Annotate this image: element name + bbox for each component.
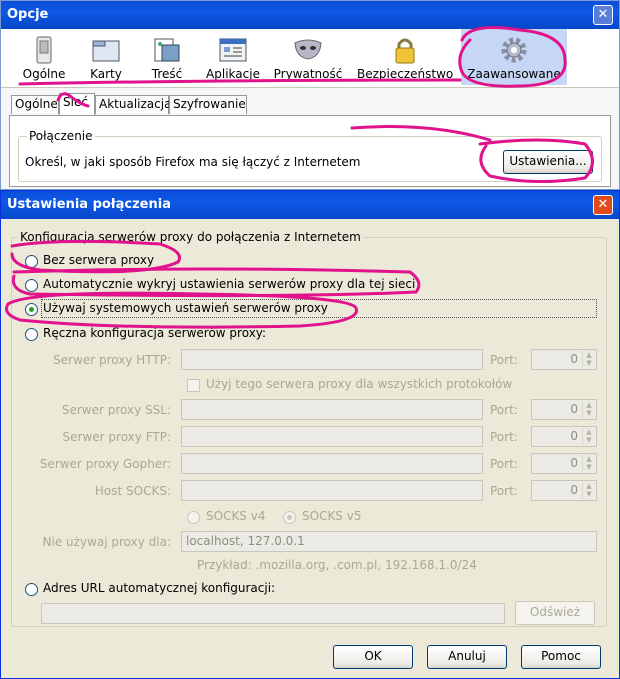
switch-icon [36, 36, 52, 64]
spinner-arrows-icon[interactable]: ▲ ▼ [582, 401, 595, 418]
radio-socks-v4-label: SOCKS v4 [206, 509, 266, 523]
socks-host-input[interactable] [181, 480, 483, 501]
radio-no-proxy-label[interactable]: Bez serwera proxy [43, 253, 154, 267]
tab-ogolne[interactable]: Ogólne [11, 95, 59, 114]
spinner-arrows-icon[interactable]: ▲ ▼ [582, 428, 595, 445]
ssl-port-stepper[interactable]: 0 ▲ ▼ [531, 399, 597, 420]
network-panel: Połączenie Określ, w jaki sposób Firefox… [9, 115, 611, 187]
options-close-button[interactable]: ✕ [593, 5, 613, 25]
http-port-label: Port: [490, 353, 518, 367]
radio-socks-v4[interactable] [187, 511, 200, 524]
toolbar-item-tresc[interactable]: Treść [141, 29, 193, 85]
options-window: Opcje ✕ Ogólne Karty Treść Aplikacje Pry… [0, 0, 620, 190]
radio-auto-detect-label[interactable]: Automatycznie wykryj ustawienia serwerów… [43, 277, 415, 291]
gopher-port-value: 0 [570, 456, 578, 470]
mask-icon [294, 39, 322, 60]
ftp-proxy-input[interactable] [181, 426, 483, 447]
applications-icon [219, 38, 247, 62]
ssl-port-value: 0 [570, 402, 578, 416]
radio-socks-v5-label: SOCKS v5 [302, 509, 362, 523]
toolbar-item-aplikacje[interactable]: Aplikacje [203, 29, 263, 85]
toolbar-item-karty[interactable]: Karty [79, 29, 133, 85]
radio-auto-url-label[interactable]: Adres URL automatycznej konfiguracji: [43, 581, 275, 595]
spinner-arrows-icon[interactable]: ▲ ▼ [582, 351, 595, 368]
radio-system-proxy-label[interactable]: Używaj systemowych ustawień serwerów pro… [43, 301, 328, 315]
no-proxy-example: Przykład: .mozilla.org, .com.pl, 192.168… [197, 558, 477, 572]
connection-description: Określ, w jaki sposób Firefox ma się łąc… [25, 155, 361, 169]
tabs-icon [92, 40, 120, 62]
tab-siec[interactable]: Sieć [59, 93, 95, 115]
toolbar-item-bezpieczenstwo[interactable]: Bezpieczeństwo [357, 29, 453, 85]
gopher-proxy-input[interactable] [181, 453, 483, 474]
padlock-icon [395, 38, 415, 64]
toolbar-item-ogolne[interactable]: Ogólne [15, 29, 73, 85]
gopher-proxy-label: Serwer proxy Gopher: [39, 457, 171, 471]
options-toolbar: Ogólne Karty Treść Aplikacje Prywatność … [1, 29, 619, 88]
toolbar-item-label: Treść [151, 67, 183, 81]
options-titlebar[interactable]: Opcje ✕ [1, 1, 619, 29]
socks-port-label: Port: [490, 484, 518, 498]
radio-auto-url[interactable] [25, 583, 38, 596]
ssl-proxy-input[interactable] [181, 399, 483, 420]
gopher-port-label: Port: [490, 457, 518, 471]
toolbar-item-label: Aplikacje [206, 67, 260, 81]
tab-szyfrowanie[interactable]: Szyfrowanie [169, 95, 247, 114]
http-proxy-label: Serwer proxy HTTP: [53, 353, 171, 367]
radio-auto-detect[interactable] [25, 279, 38, 292]
cancel-button[interactable]: Anuluj [427, 645, 507, 669]
http-proxy-input[interactable] [181, 349, 483, 370]
options-title: Opcje [7, 7, 49, 22]
connection-group: Połączenie Określ, w jaki sposób Firefox… [18, 129, 602, 182]
no-proxy-for-label: Nie używaj proxy dla: [42, 535, 171, 549]
http-port-value: 0 [570, 352, 578, 366]
reload-button[interactable]: Odśwież [515, 601, 595, 625]
connection-legend: Połączenie [27, 129, 95, 143]
radio-no-proxy[interactable] [25, 255, 38, 268]
ftp-port-stepper[interactable]: 0 ▲ ▼ [531, 426, 597, 447]
ftp-proxy-label: Serwer proxy FTP: [62, 430, 171, 444]
spinner-arrows-icon[interactable]: ▲ ▼ [582, 455, 595, 472]
ssl-proxy-label: Serwer proxy SSL: [61, 403, 171, 417]
gopher-port-stepper[interactable]: 0 ▲ ▼ [531, 453, 597, 474]
toolbar-item-label: Karty [90, 67, 122, 81]
ssl-port-label: Port: [490, 403, 518, 417]
socks-port-stepper[interactable]: 0 ▲ ▼ [531, 480, 597, 501]
radio-system-proxy[interactable] [25, 303, 38, 316]
socks-port-value: 0 [570, 483, 578, 497]
ftp-port-label: Port: [490, 430, 518, 444]
auto-url-input[interactable] [41, 603, 505, 624]
connection-settings-title: Ustawienia połączenia [7, 197, 171, 212]
toolbar-item-label: Bezpieczeństwo [357, 67, 454, 81]
gear-icon [501, 37, 527, 63]
socks-host-label: Host SOCKS: [94, 484, 171, 498]
http-port-stepper[interactable]: 0 ▲ ▼ [531, 349, 597, 370]
content-icon [154, 38, 180, 62]
connection-settings-button[interactable]: Ustawienia... [503, 150, 593, 174]
no-proxy-for-input[interactable]: localhost, 127.0.0.1 [181, 531, 597, 552]
radio-manual-label[interactable]: Ręczna konfiguracja serwerów proxy: [43, 326, 266, 340]
toolbar-item-prywatnosc[interactable]: Prywatność [271, 29, 345, 85]
use-for-all-label: Użyj tego serwera proxy dla wszystkich p… [206, 377, 513, 391]
toolbar-item-zaawansowane[interactable]: Zaawansowane [461, 29, 567, 85]
help-button[interactable]: Pomoc [521, 645, 601, 669]
radio-manual[interactable] [25, 328, 38, 341]
toolbar-item-label: Prywatność [273, 67, 343, 81]
connection-settings-titlebar[interactable]: Ustawienia połączenia ✕ [1, 191, 619, 219]
radio-socks-v5[interactable] [283, 511, 296, 524]
spinner-arrows-icon[interactable]: ▲ ▼ [582, 482, 595, 499]
ftp-port-value: 0 [570, 429, 578, 443]
connection-settings-dialog: Ustawienia połączenia ✕ Konfiguracja ser… [0, 190, 620, 679]
toolbar-item-label: Ogólne [22, 67, 66, 81]
tab-aktualizacja[interactable]: Aktualizacja [95, 95, 171, 114]
ok-button[interactable]: OK [333, 645, 413, 669]
use-for-all-checkbox[interactable] [187, 379, 200, 392]
toolbar-item-label: Zaawansowane [467, 67, 561, 81]
connection-settings-close-button[interactable]: ✕ [593, 195, 613, 215]
proxy-config-legend: Konfiguracja serwerów proxy do połączeni… [18, 230, 363, 244]
